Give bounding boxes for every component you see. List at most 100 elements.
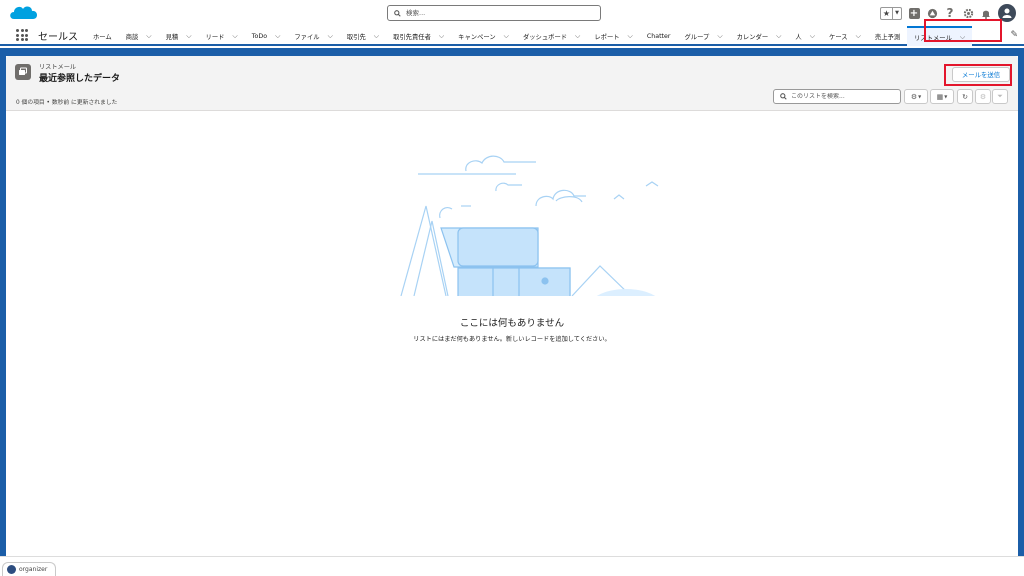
global-search[interactable]	[387, 5, 601, 21]
search-icon	[780, 93, 787, 100]
nav-item[interactable]: ダッシュボード ⌵	[516, 26, 587, 46]
nav-item-label: グループ	[684, 33, 710, 41]
chevron-down-icon[interactable]: ⌵	[856, 32, 861, 41]
chevron-down-icon[interactable]: ⌵	[575, 32, 580, 41]
table-icon: ▦	[936, 92, 944, 101]
bell-icon[interactable]	[980, 7, 992, 19]
list-view-card: リストメール 最近参照したデータ 0 個の項目 • 数秒前 に更新されました メ…	[6, 56, 1018, 554]
nav-item-label: ファイル	[294, 33, 320, 41]
edit-nav-pencil-icon[interactable]: ✎	[1010, 30, 1018, 40]
nav-item-label: 見積	[165, 33, 179, 41]
star-icon: ★	[881, 7, 893, 19]
object-label: リストメール	[39, 64, 77, 71]
list-view-header: リストメール 最近参照したデータ 0 個の項目 • 数秒前 に更新されました メ…	[6, 56, 1018, 111]
chevron-down-icon[interactable]: ⌵	[275, 32, 280, 41]
nav-item-label: Chatter	[646, 32, 671, 40]
nav-item-label: ToDo	[251, 32, 268, 40]
nav-item[interactable]: ファイル ⌵	[287, 26, 340, 46]
nav-item-label: 人	[795, 33, 802, 41]
nav-item[interactable]: 売上予測	[868, 26, 907, 46]
organizer-label: organizer	[19, 566, 48, 573]
list-search-input[interactable]	[791, 93, 891, 100]
brand-band	[0, 48, 1024, 56]
list-view-meta: 0 個の項目 • 数秒前 に更新されました	[16, 100, 118, 106]
nav-items: ホーム 商談 ⌵ 見積 ⌵ リード ⌵ ToDo ⌵ ファイル ⌵ 取引先 ⌵ 取引先責任者 ⌵ キャンペーン…	[86, 26, 973, 46]
chevron-down-icon[interactable]: ⌵	[628, 32, 633, 41]
list-email-object-icon	[15, 64, 31, 80]
list-search[interactable]	[773, 89, 901, 104]
chevron-down-icon[interactable]: ⌵	[504, 32, 509, 41]
nav-item-label: キャンペーン	[458, 33, 496, 41]
nav-item[interactable]: Chatter	[640, 26, 678, 46]
chevron-down-icon[interactable]: ⌵	[328, 32, 333, 41]
refresh-button[interactable]: ↻	[957, 89, 973, 104]
nav-item[interactable]: 人 ⌵	[788, 26, 822, 46]
plus-icon: +	[908, 7, 920, 19]
chevron-down-icon[interactable]: ⌵	[776, 32, 781, 41]
nav-item[interactable]: レポート ⌵	[587, 26, 640, 46]
nav-item-label: ダッシュボード	[522, 33, 568, 41]
chevron-down-icon[interactable]: ⌵	[810, 32, 815, 41]
global-search-input[interactable]	[406, 9, 586, 17]
nav-item[interactable]: 取引先責任者 ⌵	[386, 26, 451, 46]
chevron-down-icon[interactable]: ⌵	[146, 32, 151, 41]
trailhead-icon[interactable]	[926, 7, 938, 19]
gear-icon[interactable]	[962, 7, 974, 19]
nav-item[interactable]: カレンダー ⌵	[730, 26, 789, 46]
nav-item[interactable]: 取引先 ⌵	[340, 26, 386, 46]
chevron-down-icon[interactable]: ⌵	[232, 32, 237, 41]
nav-item[interactable]: ホーム	[86, 26, 119, 46]
organizer-icon	[7, 565, 16, 574]
nav-item[interactable]: リード ⌵	[199, 26, 245, 46]
empty-state-illustration	[400, 155, 659, 296]
user-icon	[1002, 8, 1012, 18]
refresh-icon: ↻	[962, 92, 968, 101]
nav-item[interactable]: グループ ⌵	[678, 26, 730, 46]
nav-item-label: レポート	[594, 33, 620, 41]
empty-state-subtitle: リストにはまだ何もありません。新しいレコードを追加してください。	[413, 336, 611, 343]
app-navigation-bar: セールス ホーム 商談 ⌵ 見積 ⌵ リード ⌵ ToDo ⌵ ファイル ⌵ 取引先 ⌵ 取引先責任者 ⌵ キ…	[0, 26, 1024, 46]
nav-item-label: リード	[205, 33, 225, 41]
app-launcher-icon[interactable]	[16, 29, 28, 41]
chevron-down-icon[interactable]: ⌵	[374, 32, 379, 41]
chevron-down-icon: ▼	[895, 10, 899, 16]
help-icon[interactable]: ?	[944, 6, 956, 20]
filter-icon: ⏷	[997, 92, 1003, 100]
nav-item-label: カレンダー	[736, 33, 769, 41]
chevron-down-icon: ▼	[918, 94, 922, 99]
gear-icon: ⚙	[979, 92, 987, 101]
filter-button[interactable]: ⏷	[992, 89, 1008, 104]
global-header: ★ ▼ + ?	[0, 0, 1024, 26]
nav-item-label: ケース	[829, 33, 848, 41]
favorites-button[interactable]: ★ ▼	[880, 6, 902, 20]
display-as-button[interactable]: ▦ ▼	[930, 89, 954, 104]
nav-item-label: ホーム	[93, 33, 112, 41]
nav-item[interactable]: 見積 ⌵	[159, 26, 199, 46]
list-view-title[interactable]: 最近参照したデータ	[39, 71, 120, 84]
chevron-down-icon[interactable]: ⌵	[439, 32, 444, 41]
highlight-send-email-button	[944, 64, 1012, 86]
gear-icon: ⚙	[910, 92, 918, 101]
salesforce-logo[interactable]	[8, 3, 40, 24]
search-icon	[394, 9, 401, 17]
nav-item[interactable]: ToDo ⌵	[245, 26, 288, 46]
global-actions-button[interactable]: +	[908, 7, 920, 19]
list-settings-button[interactable]: ⚙ ▼	[904, 89, 928, 104]
chevron-down-icon[interactable]: ⌵	[717, 32, 722, 41]
highlight-nav-list-email	[924, 19, 1002, 42]
nav-item[interactable]: キャンペーン ⌵	[451, 26, 516, 46]
empty-state-title: ここには何もありません	[459, 318, 565, 329]
brand-band-right	[1018, 56, 1024, 556]
nav-item[interactable]: ケース ⌵	[822, 26, 868, 46]
app-name: セールス	[38, 32, 78, 43]
chevron-down-icon: ▼	[944, 94, 948, 99]
organizer-tab[interactable]: organizer	[2, 562, 57, 576]
nav-item[interactable]: 商談 ⌵	[119, 26, 159, 46]
chevron-down-icon[interactable]: ⌵	[186, 32, 191, 41]
nav-item-label: 取引先	[346, 33, 366, 41]
edit-columns-button[interactable]: ⚙	[975, 89, 991, 104]
nav-item-label: 商談	[125, 33, 139, 41]
nav-item-label: 取引先責任者	[393, 33, 431, 41]
utility-bar	[0, 556, 1024, 576]
nav-item-label: 売上予測	[874, 33, 901, 41]
